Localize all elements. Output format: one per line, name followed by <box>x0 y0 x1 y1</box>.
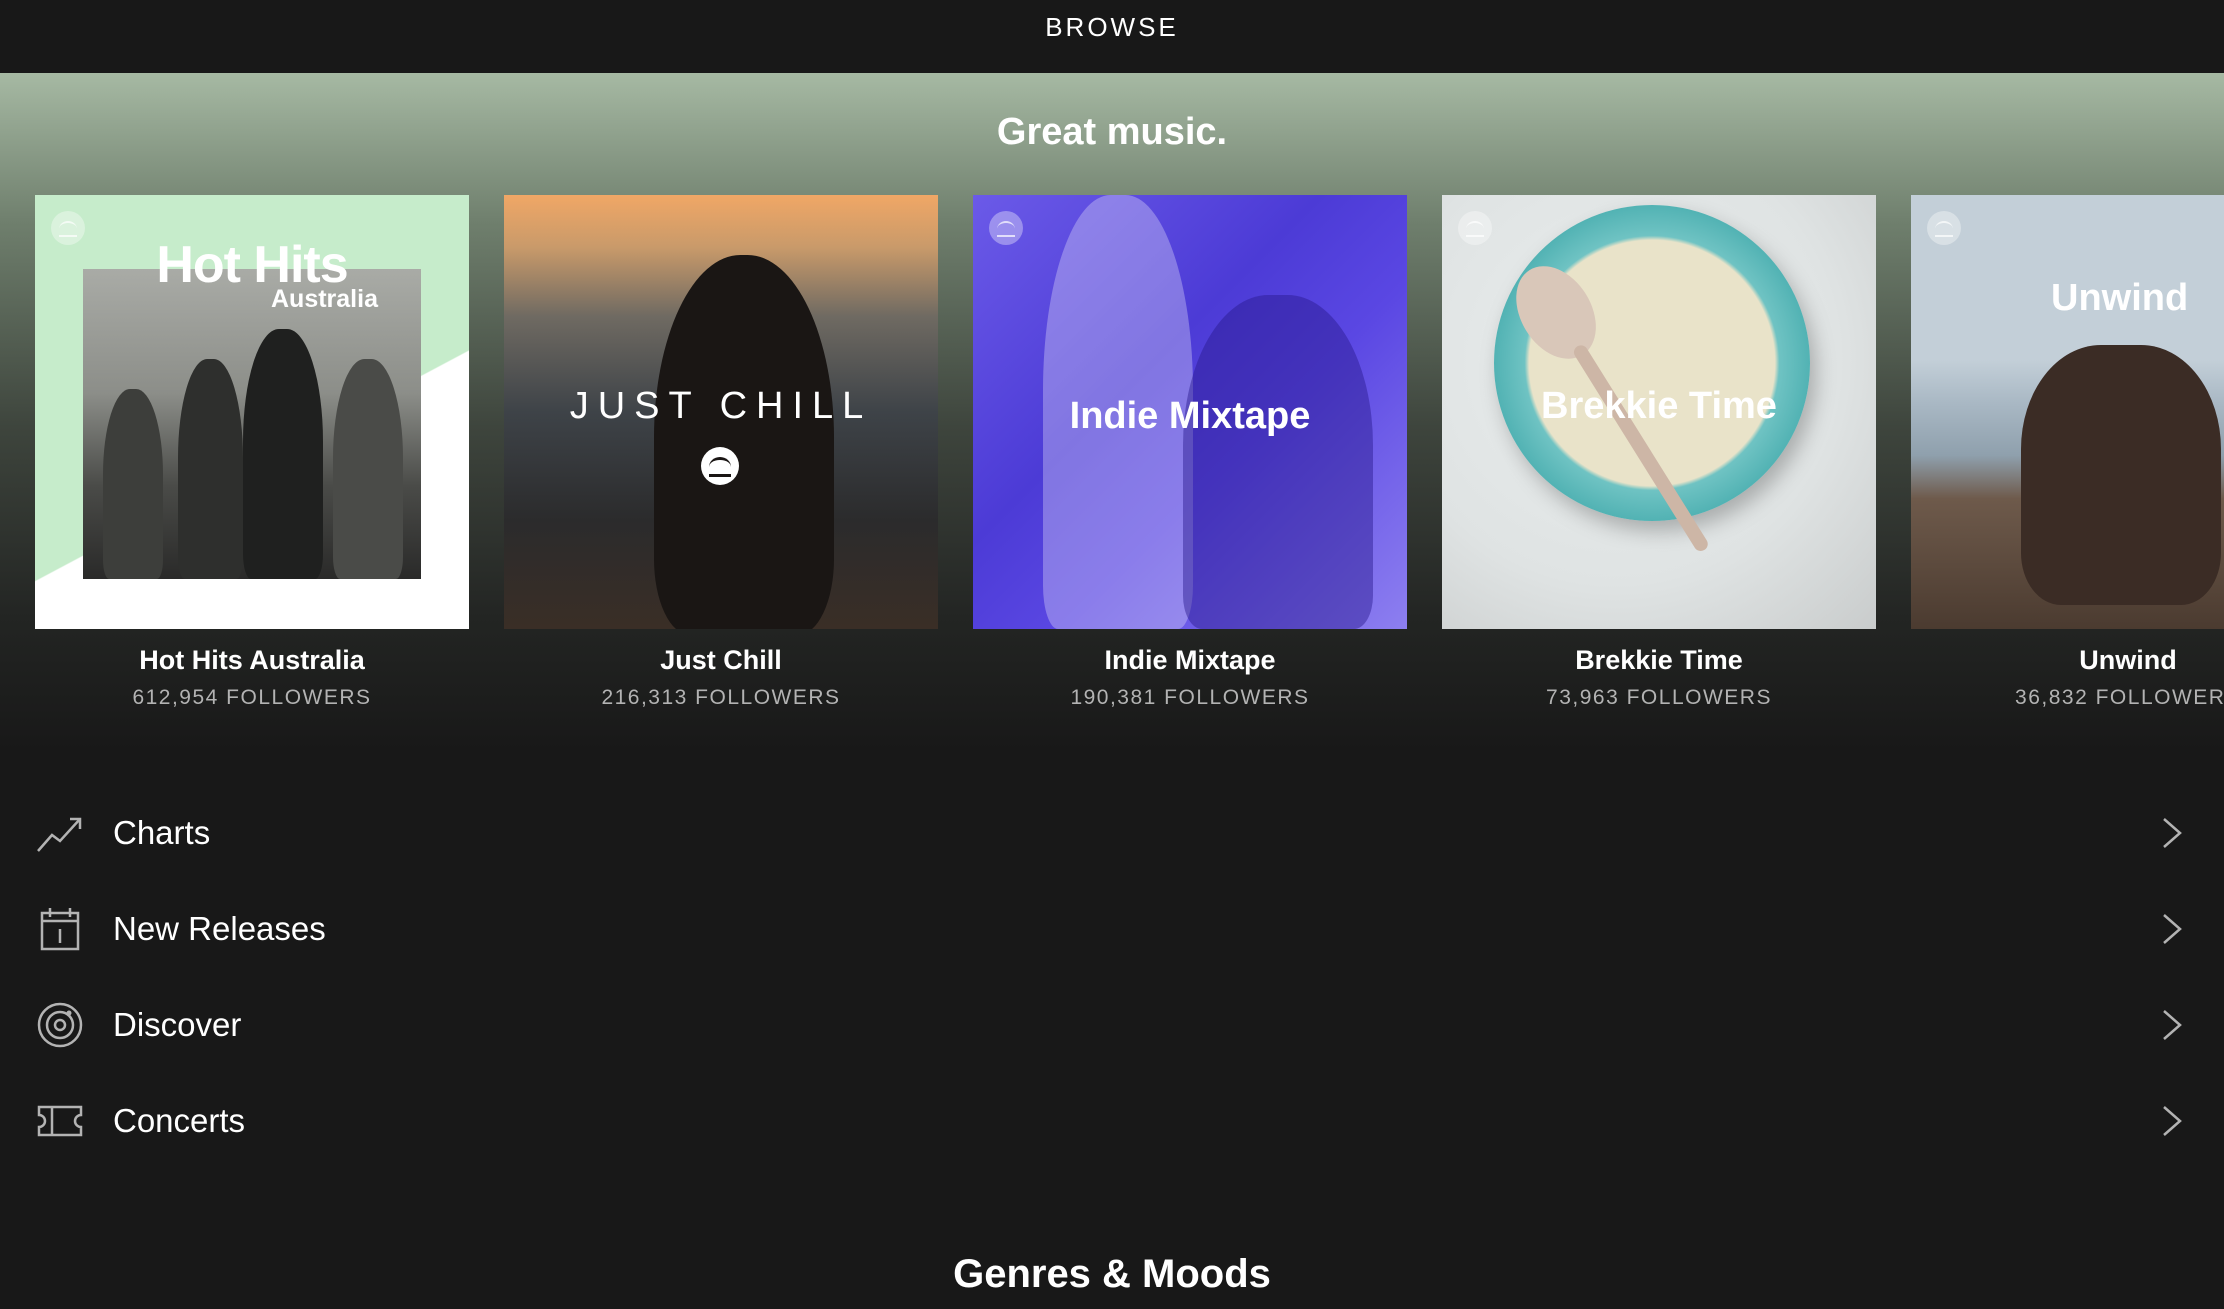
playlist-cover[interactable]: JUST CHILL <box>504 195 938 629</box>
ticket-icon <box>37 1105 83 1137</box>
playlist-card-brekkie-time[interactable]: Brekkie Time Brekkie Time 73,963 FOLLOWE… <box>1442 195 1876 710</box>
cover-photo <box>83 269 421 579</box>
playlist-followers: 73,963 FOLLOWERS <box>1546 686 1772 709</box>
menu-item-label: Concerts <box>113 1102 246 1139</box>
playlist-cover[interactable]: Hot Hits Australia <box>35 195 469 629</box>
spotify-logo-icon <box>1458 211 1492 245</box>
menu-item-label: Discover <box>113 1006 242 1043</box>
playlist-title[interactable]: Just Chill <box>504 645 938 676</box>
menu-item-label: Charts <box>113 814 211 851</box>
playlist-title[interactable]: Indie Mixtape <box>973 645 1407 676</box>
playlist-cover[interactable]: Brekkie Time <box>1442 195 1876 629</box>
cover-title: Hot Hits <box>156 236 348 294</box>
playlist-carousel[interactable]: Hot Hits Australia Hot Hits Australia 61… <box>0 195 2224 715</box>
calendar-icon <box>40 908 80 951</box>
cover-title: Indie Mixtape <box>1069 395 1311 437</box>
spotify-logo-icon <box>989 211 1023 245</box>
playlist-title[interactable]: Brekkie Time <box>1442 645 1876 676</box>
browse-screen: BROWSE Great music. Hot Hits Australia H… <box>0 0 2224 1309</box>
chevron-right-icon <box>2163 914 2182 944</box>
playlist-followers: 36,832 FOLLOWERS <box>2015 686 2224 709</box>
page-title: BROWSE <box>1045 12 1179 42</box>
spotify-logo-icon <box>701 447 739 485</box>
cover-photo <box>2021 345 2221 605</box>
menu-item-discover[interactable]: Discover <box>0 977 2224 1073</box>
top-bar: BROWSE <box>0 0 2224 73</box>
chevron-right-icon <box>2163 1106 2182 1136</box>
spotify-logo-icon <box>1927 211 1961 245</box>
menu-item-label: New Releases <box>113 910 326 947</box>
playlist-card-just-chill[interactable]: JUST CHILL Just Chill 216,313 FOLLOWERS <box>504 195 938 710</box>
featured-section: Great music. Hot Hits Australia Hot Hits… <box>0 73 2224 753</box>
genres-moods-heading: Genres & Moods <box>953 1252 1271 1296</box>
browse-menu: Charts New Releases Discover Concerts <box>0 785 2224 1169</box>
playlist-cover[interactable]: Indie Mixtape <box>973 195 1407 629</box>
playlist-title[interactable]: Hot Hits Australia <box>35 645 469 676</box>
chevron-right-icon <box>2163 1010 2182 1040</box>
playlist-cover[interactable]: Unwind <box>1911 195 2224 629</box>
cover-photo <box>654 255 834 629</box>
cover-title: Unwind <box>2051 277 2189 319</box>
playlist-title[interactable]: Unwind <box>1911 645 2224 676</box>
discover-radar-icon <box>37 1002 83 1048</box>
cover-subtitle: Australia <box>271 285 378 313</box>
featured-title: Great music. <box>996 111 1228 153</box>
playlist-card-indie-mixtape[interactable]: Indie Mixtape Indie Mixtape 190,381 FOLL… <box>973 195 1407 710</box>
menu-item-new-releases[interactable]: New Releases <box>0 881 2224 977</box>
cover-title: Brekkie Time <box>1541 385 1777 427</box>
cover-title: JUST CHILL <box>569 385 873 427</box>
chart-trend-icon <box>37 817 82 852</box>
menu-item-charts[interactable]: Charts <box>0 785 2224 881</box>
menu-item-concerts[interactable]: Concerts <box>0 1073 2224 1169</box>
chevron-right-icon <box>2163 818 2182 848</box>
playlist-followers: 216,313 FOLLOWERS <box>601 686 841 709</box>
playlist-followers: 190,381 FOLLOWERS <box>1070 686 1310 709</box>
playlist-followers: 612,954 FOLLOWERS <box>132 686 372 709</box>
playlist-card-unwind[interactable]: Unwind Unwind 36,832 FOLLOWERS <box>1911 195 2224 710</box>
playlist-card-hot-hits-australia[interactable]: Hot Hits Australia Hot Hits Australia 61… <box>35 195 469 710</box>
